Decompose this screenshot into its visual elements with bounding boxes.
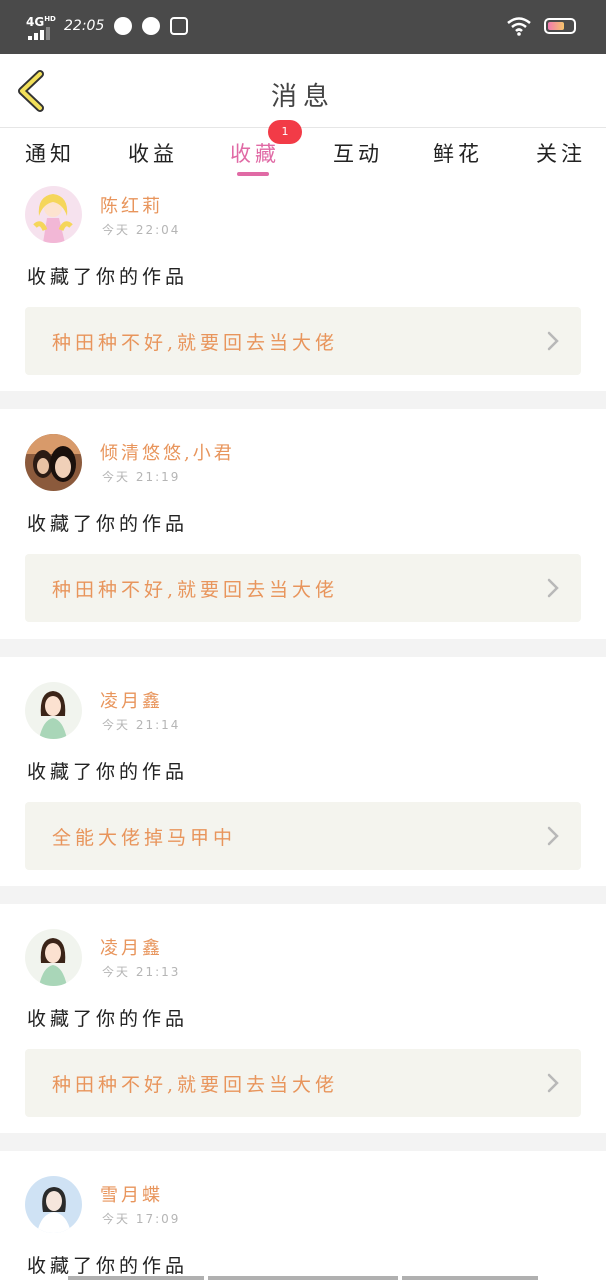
app-notification-icon: [170, 17, 189, 35]
list-item: 凌月鑫 今天 21:14 收藏了你的作品 全能大佬掉马甲中: [0, 657, 606, 870]
avatar[interactable]: [25, 682, 82, 739]
work-title: 全能大佬掉马甲中: [52, 827, 237, 849]
cartoon-girl-avatar-icon: [25, 682, 82, 739]
chevron-right-icon: [547, 331, 559, 351]
tab-flowers[interactable]: 鲜花: [433, 138, 483, 168]
wechat-icon: [142, 17, 161, 35]
unread-badge: 1: [268, 120, 302, 144]
photo-avatar-icon: [25, 434, 82, 491]
user-name[interactable]: 凌月鑫: [100, 687, 163, 713]
work-link[interactable]: 种田种不好,就要回去当大佬: [25, 554, 581, 622]
cartoon-girl-avatar-icon: [25, 929, 82, 986]
status-bar: 4GHD 22:05: [0, 0, 606, 54]
action-text: 收藏了你的作品: [27, 761, 189, 783]
action-text: 收藏了你的作品: [27, 1255, 189, 1277]
chevron-right-icon: [547, 578, 559, 598]
user-name[interactable]: 凌月鑫: [100, 934, 163, 960]
work-title: 种田种不好,就要回去当大佬: [52, 332, 339, 354]
browser-icon: [114, 17, 133, 35]
nav-gesture-bar: [402, 1276, 538, 1280]
tab-bar: 通知 收益 收藏 1 互动 鲜花 关注: [0, 120, 606, 178]
work-link[interactable]: 种田种不好,就要回去当大佬: [25, 307, 581, 375]
work-link[interactable]: 全能大佬掉马甲中: [25, 802, 581, 870]
list-item: 陈红莉 今天 22:04 收藏了你的作品 种田种不好,就要回去当大佬: [0, 178, 606, 391]
clock: 22:05: [64, 18, 105, 34]
timestamp: 今天 21:13: [102, 965, 181, 979]
divider: [0, 639, 606, 657]
timestamp: 今天 17:09: [102, 1212, 181, 1226]
nav-gesture-bar: [208, 1276, 398, 1280]
list-item: 凌月鑫 今天 21:13 收藏了你的作品 种田种不好,就要回去当大佬: [0, 904, 606, 1117]
divider: [0, 391, 606, 409]
chevron-right-icon: [547, 826, 559, 846]
avatar[interactable]: [25, 1176, 82, 1233]
list-item: 雪月蝶 今天 17:09 收藏了你的作品: [0, 1151, 606, 1280]
tab-earnings[interactable]: 收益: [128, 138, 178, 168]
chevron-right-icon: [547, 1073, 559, 1093]
active-tab-indicator: [237, 172, 269, 176]
anime-girl-avatar-icon: [25, 186, 82, 243]
user-name[interactable]: 倾清悠悠,小君: [100, 439, 235, 465]
signal-icon: [28, 27, 50, 40]
timestamp: 今天 21:14: [102, 718, 181, 732]
tab-favorites[interactable]: 收藏: [230, 138, 280, 168]
tab-follows[interactable]: 关注: [536, 138, 586, 168]
list-item: 倾清悠悠,小君 今天 21:19 收藏了你的作品 种田种不好,就要回去当大佬: [0, 409, 606, 622]
avatar[interactable]: [25, 434, 82, 491]
action-text: 收藏了你的作品: [27, 1008, 189, 1030]
network-indicator: 4GHD: [26, 13, 56, 40]
nav-gesture-bar: [68, 1276, 204, 1280]
timestamp: 今天 22:04: [102, 223, 181, 237]
action-text: 收藏了你的作品: [27, 513, 189, 535]
avatar[interactable]: [25, 186, 82, 243]
work-link[interactable]: 种田种不好,就要回去当大佬: [25, 1049, 581, 1117]
action-text: 收藏了你的作品: [27, 266, 189, 288]
page-title: 消息: [270, 82, 335, 112]
wifi-icon: [507, 17, 531, 36]
user-name[interactable]: 雪月蝶: [100, 1181, 163, 1207]
header: 消息: [0, 54, 606, 128]
divider: [0, 886, 606, 904]
tab-interactions[interactable]: 互动: [333, 138, 383, 168]
battery-icon: [544, 18, 576, 34]
tab-notifications[interactable]: 通知: [25, 138, 75, 168]
divider: [0, 1133, 606, 1151]
work-title: 种田种不好,就要回去当大佬: [52, 1074, 339, 1096]
avatar[interactable]: [25, 929, 82, 986]
timestamp: 今天 21:19: [102, 470, 181, 484]
user-name[interactable]: 陈红莉: [100, 192, 163, 218]
work-title: 种田种不好,就要回去当大佬: [52, 579, 339, 601]
photo-avatar-icon: [25, 1176, 82, 1233]
